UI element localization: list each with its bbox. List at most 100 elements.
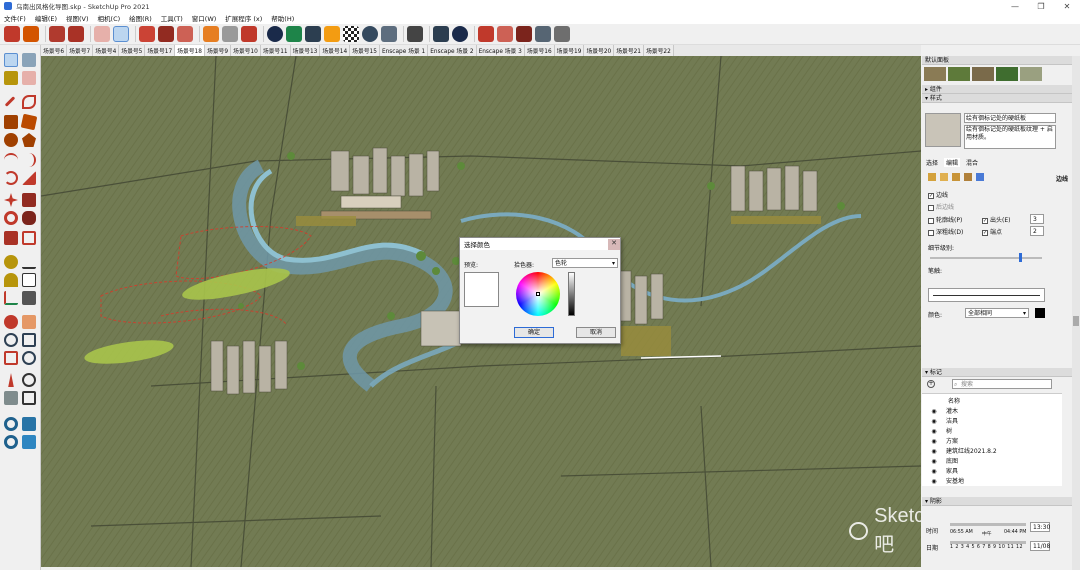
checker-icon[interactable]: [343, 26, 359, 42]
axes-tool-icon[interactable]: [4, 291, 18, 305]
pan-tool-icon[interactable]: [22, 315, 36, 329]
component-tool-icon[interactable]: [22, 53, 36, 67]
minimize-icon[interactable]: —: [1002, 2, 1028, 11]
menu-camera[interactable]: 相机(C): [98, 13, 121, 23]
mail-icon[interactable]: [433, 26, 449, 42]
tape-measure-icon[interactable]: [49, 26, 65, 42]
refresh-icon[interactable]: [222, 26, 238, 42]
position-camera-icon[interactable]: [8, 373, 14, 387]
scene-tab[interactable]: 场景号10: [231, 45, 261, 56]
zoom-extents-tool-icon[interactable]: [4, 351, 18, 365]
offset-tool-icon[interactable]: [22, 231, 36, 245]
paint-tool-icon[interactable]: [4, 71, 18, 85]
section-plane-icon[interactable]: [478, 26, 494, 42]
components-header[interactable]: ▸ 组件: [922, 85, 1072, 94]
modeling-settings-icon[interactable]: [976, 173, 984, 181]
tab-select[interactable]: 选择: [926, 158, 938, 167]
tag-row[interactable]: ◉ 树: [930, 426, 952, 435]
scale-tool-icon[interactable]: [4, 231, 18, 245]
tag-row[interactable]: ◉ 方案: [930, 436, 958, 445]
maximize-icon[interactable]: ❐: [1028, 2, 1054, 11]
push-pull-icon[interactable]: [23, 26, 39, 42]
cb-back-edges-row[interactable]: 后边线: [928, 202, 954, 211]
watermark-settings-icon[interactable]: [964, 173, 972, 181]
scene-tab[interactable]: 场景号13: [290, 45, 321, 56]
tray-scrollbar[interactable]: [1072, 56, 1080, 570]
protractor-tool-icon[interactable]: [4, 273, 18, 287]
face-settings-icon[interactable]: [940, 173, 948, 181]
menu-view[interactable]: 视图(V): [66, 13, 89, 23]
polygon-tool-icon[interactable]: [22, 133, 36, 147]
cb-extension-row[interactable]: ✓ 出头(E): [982, 215, 1010, 224]
scene-tab[interactable]: 场景号20: [584, 45, 615, 56]
3d-text-tool-icon[interactable]: [22, 291, 36, 305]
info-icon[interactable]: [452, 26, 468, 42]
scene-tab[interactable]: 场景号9: [204, 45, 232, 56]
tape-tool-icon[interactable]: [4, 255, 18, 269]
tags-header[interactable]: ▾ 标记: [922, 368, 1072, 377]
tag-row[interactable]: ◉ 底图: [930, 456, 958, 465]
tag-row[interactable]: ◉ 家具: [930, 466, 958, 475]
scene-tab[interactable]: Enscape 场景 1: [379, 45, 429, 56]
shadows-header[interactable]: ▾ 阴影: [922, 497, 1072, 506]
scene-tab[interactable]: 场景号6: [41, 45, 68, 56]
tab-mix[interactable]: 混合: [966, 158, 978, 167]
look-around-icon[interactable]: [22, 373, 36, 387]
line-tool-icon[interactable]: [4, 96, 16, 107]
section-fill-icon[interactable]: [497, 26, 513, 42]
walk-icon[interactable]: [554, 26, 570, 42]
tag-row[interactable]: ◉ 安基地: [930, 476, 964, 485]
ok-button[interactable]: 确定: [514, 327, 554, 338]
menu-draw[interactable]: 绘图(R): [129, 13, 152, 23]
scene-tab-active[interactable]: 场景号18: [175, 45, 205, 56]
add-tag-icon[interactable]: +: [927, 380, 935, 388]
cb-endpoints-row[interactable]: ✓ 端点: [982, 227, 1002, 236]
time-input[interactable]: 13:30: [1030, 522, 1050, 532]
scene-tab[interactable]: 场景号4: [93, 45, 120, 56]
paint-bucket-icon[interactable]: [68, 26, 84, 42]
cb-depth-row[interactable]: 深粗线(D): [928, 227, 963, 236]
sandbox-scratch-icon[interactable]: [22, 417, 36, 431]
picker-select[interactable]: 色轮 ▾: [552, 258, 618, 268]
push-pull-tool-icon[interactable]: [22, 193, 36, 207]
scene-tab[interactable]: Enscape 场景 2: [428, 45, 477, 56]
cb-profiles-row[interactable]: 轮廓线(P): [928, 215, 962, 224]
globe-icon[interactable]: [362, 26, 378, 42]
scene-tab[interactable]: 场景号7: [67, 45, 94, 56]
sandbox-contour-icon[interactable]: [4, 417, 18, 431]
scene-tab[interactable]: 场景号17: [145, 45, 176, 56]
date-input[interactable]: 11/08: [1030, 541, 1050, 551]
tag-row[interactable]: ◉ 洁具: [930, 416, 958, 425]
date-slider[interactable]: [950, 541, 1026, 544]
tag-search-input[interactable]: ⌕ 搜索: [952, 379, 1052, 389]
color-wheel[interactable]: [516, 272, 560, 316]
mountain-icon[interactable]: [305, 26, 321, 42]
sync-icon[interactable]: [241, 26, 257, 42]
add-icon[interactable]: [267, 26, 283, 42]
follow-me-tool-icon[interactable]: [22, 211, 36, 225]
dimension-tool-icon[interactable]: [22, 255, 36, 269]
background-settings-icon[interactable]: [952, 173, 960, 181]
sandbox-stamp-icon[interactable]: [22, 435, 36, 449]
orbit-icon[interactable]: [139, 26, 155, 42]
section-display-icon[interactable]: [535, 26, 551, 42]
dialog-close-icon[interactable]: ✕: [608, 238, 620, 250]
tag-row[interactable]: ◉ 建筑红线2021.8.2: [930, 446, 996, 455]
scene-tab[interactable]: Enscape 场景 3: [476, 45, 525, 56]
rotated-rect-icon[interactable]: [20, 113, 38, 131]
zoom-tool-icon[interactable]: [4, 333, 18, 347]
menu-file[interactable]: 文件(F): [4, 13, 26, 23]
gear-icon[interactable]: [407, 26, 423, 42]
select-tool-icon[interactable]: [4, 53, 18, 67]
zoom-icon[interactable]: [177, 26, 193, 42]
arc2-tool-icon[interactable]: [22, 153, 36, 167]
scene-tab[interactable]: 场景号14: [320, 45, 351, 56]
cb-edges-row[interactable]: ✓ 边线: [928, 190, 948, 199]
make-component-icon[interactable]: [4, 26, 20, 42]
previous-view-tool-icon[interactable]: [22, 351, 36, 365]
edge-settings-icon[interactable]: [928, 173, 936, 181]
arc3-tool-icon[interactable]: [4, 171, 18, 185]
tree-icon[interactable]: [286, 26, 302, 42]
cloud-icon[interactable]: [381, 26, 397, 42]
scene-tab[interactable]: 场景号19: [554, 45, 585, 56]
